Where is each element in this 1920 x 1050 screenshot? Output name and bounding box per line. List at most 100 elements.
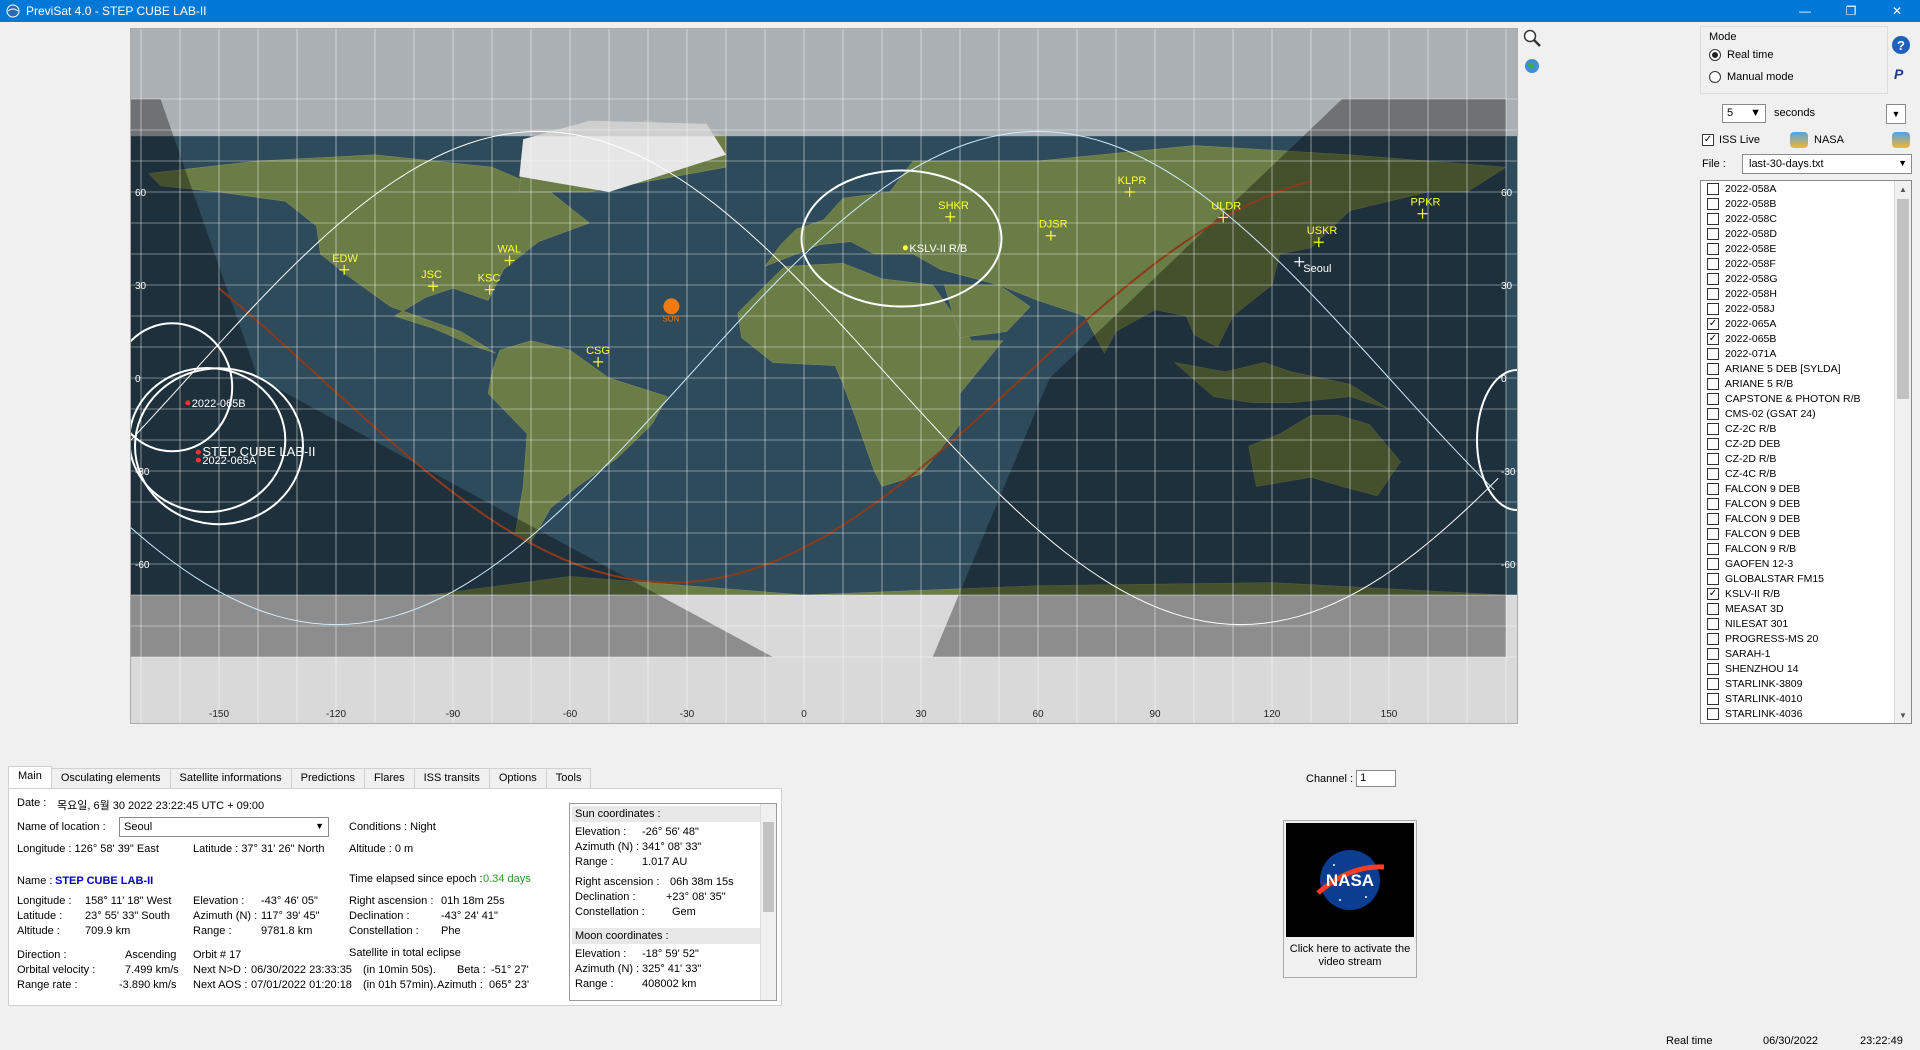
checkbox-indicator[interactable] xyxy=(1707,497,1719,510)
tab-main[interactable]: Main xyxy=(8,766,52,788)
satellite-list-item[interactable]: CZ-2D DEB xyxy=(1701,436,1911,451)
checkbox-indicator[interactable] xyxy=(1707,542,1719,555)
weather-icon[interactable] xyxy=(1892,132,1910,148)
checkbox-indicator[interactable] xyxy=(1707,422,1719,435)
satellite-list-item[interactable]: SHENZHOU 14 xyxy=(1701,661,1911,676)
checkbox-indicator[interactable] xyxy=(1707,407,1719,420)
satellite-list-item[interactable]: 2022-058A xyxy=(1701,181,1911,196)
checkbox-indicator[interactable] xyxy=(1707,482,1719,495)
satellite-list-item[interactable]: 2022-058E xyxy=(1701,241,1911,256)
chevron-down-icon[interactable]: ▼ xyxy=(1750,107,1761,120)
map-canvas[interactable]: EDW JSC KSC WAL CSG SHKR DJSR KLPR ULDR USKR PPKR S… xyxy=(131,29,1517,723)
checkbox-indicator[interactable] xyxy=(1707,257,1719,270)
satellite-list-item[interactable]: FALCON 9 DEB xyxy=(1701,496,1911,511)
tab-tools[interactable]: Tools xyxy=(545,768,592,788)
satellite-list-item[interactable]: 2022-058D xyxy=(1701,226,1911,241)
satellite-list-item[interactable]: SARAH-1 xyxy=(1701,646,1911,661)
checkbox-indicator[interactable] xyxy=(1707,632,1719,645)
checkbox-indicator[interactable]: ✓ xyxy=(1707,332,1719,345)
satellite-list-item[interactable]: CMS-02 (GSAT 24) xyxy=(1701,406,1911,421)
satellite-list-item[interactable]: 2022-071A xyxy=(1701,346,1911,361)
satellite-list-item[interactable]: FALCON 9 R/B xyxy=(1701,541,1911,556)
tab-predictions[interactable]: Predictions xyxy=(290,768,366,788)
satellite-list-item[interactable]: CZ-2D R/B xyxy=(1701,451,1911,466)
checkbox-indicator[interactable] xyxy=(1707,647,1719,660)
checkbox-indicator[interactable] xyxy=(1707,437,1719,450)
satellite-list-item[interactable]: ✓ KSLV-II R/B xyxy=(1701,586,1911,601)
chevron-down-icon[interactable]: ▼ xyxy=(315,821,324,831)
manual-mode-radio[interactable]: Manual mode xyxy=(1709,71,1794,83)
maximize-button[interactable]: ❐ xyxy=(1828,0,1874,22)
scroll-thumb[interactable] xyxy=(1897,199,1909,399)
checkbox-indicator[interactable] xyxy=(1707,272,1719,285)
file-select[interactable]: last-30-days.txt ▼ xyxy=(1742,154,1912,174)
satellite-list-item[interactable]: MEASAT 3D xyxy=(1701,601,1911,616)
satellite-list-item[interactable]: ARIANE 5 R/B xyxy=(1701,376,1911,391)
satellite-list-item[interactable]: CZ-4C R/B xyxy=(1701,466,1911,481)
satellite-list-item[interactable]: ✓ 2022-065A xyxy=(1701,316,1911,331)
checkbox-indicator[interactable] xyxy=(1707,287,1719,300)
zoom-search-icon[interactable] xyxy=(1522,28,1542,48)
checkbox-indicator[interactable]: ✓ xyxy=(1707,317,1719,330)
satellite-list-item[interactable]: PROGRESS-MS 20 xyxy=(1701,631,1911,646)
checkbox-indicator[interactable] xyxy=(1707,662,1719,675)
satellite-list-item[interactable]: STARLINK-4036 xyxy=(1701,706,1911,721)
satellite-list-item[interactable]: 2022-058G xyxy=(1701,271,1911,286)
tab-options[interactable]: Options xyxy=(488,768,547,788)
satellite-list-item[interactable]: 2022-058H xyxy=(1701,286,1911,301)
checkbox-indicator[interactable] xyxy=(1707,197,1719,210)
checkbox-indicator[interactable] xyxy=(1707,527,1719,540)
checkbox-indicator[interactable]: ✓ xyxy=(1707,587,1719,600)
checkbox-indicator[interactable] xyxy=(1707,512,1719,525)
minimize-button[interactable]: — xyxy=(1782,0,1828,22)
checkbox-indicator[interactable] xyxy=(1707,692,1719,705)
nasa-button[interactable]: NASA xyxy=(1790,132,1844,148)
tab-flares[interactable]: Flares xyxy=(364,768,415,788)
video-stream-button[interactable]: NASA Click here to activate the video st… xyxy=(1283,820,1417,978)
scrollbar[interactable]: ▲ ▼ xyxy=(1894,181,1911,723)
iss-live-checkbox[interactable]: ✓ ISS Live xyxy=(1702,134,1760,146)
satellite-list[interactable]: 2022-058A 2022-058B 2022-058C 2022-058D 2022… xyxy=(1700,180,1912,724)
nasa-weather-icon[interactable] xyxy=(1790,132,1808,148)
checkbox-indicator[interactable] xyxy=(1707,377,1719,390)
satellite-list-item[interactable]: FALCON 9 DEB xyxy=(1701,526,1911,541)
checkbox-indicator[interactable] xyxy=(1707,392,1719,405)
scroll-down-icon[interactable]: ▼ xyxy=(1895,707,1911,723)
checkbox-indicator[interactable] xyxy=(1707,302,1719,315)
chevron-down-icon[interactable]: ▼ xyxy=(1898,158,1907,168)
scrollbar[interactable] xyxy=(760,804,776,1000)
checkbox-indicator[interactable] xyxy=(1707,212,1719,225)
checkbox-indicator[interactable] xyxy=(1707,227,1719,240)
checkbox-indicator[interactable] xyxy=(1707,467,1719,480)
world-map[interactable]: EDW JSC KSC WAL CSG SHKR DJSR KLPR ULDR USKR PPKR S… xyxy=(130,28,1518,724)
help-icon[interactable]: ? xyxy=(1892,36,1910,54)
checkbox-indicator[interactable] xyxy=(1707,617,1719,630)
sun-moon-coordinates[interactable]: Sun coordinates : Elevation : -26° 56' 4… xyxy=(569,803,777,1001)
checkbox-indicator[interactable] xyxy=(1707,452,1719,465)
unit-dropdown-button[interactable]: ▼ xyxy=(1886,104,1906,124)
satellite-list-item[interactable]: CAPSTONE & PHOTON R/B xyxy=(1701,391,1911,406)
checkbox-indicator[interactable] xyxy=(1707,242,1719,255)
checkbox-indicator[interactable] xyxy=(1707,557,1719,570)
tab-iss-transits[interactable]: ISS transits xyxy=(413,768,490,788)
satellite-list-item[interactable]: ✓ 2022-065B xyxy=(1701,331,1911,346)
checkbox-indicator[interactable] xyxy=(1707,602,1719,615)
satellite-list-item[interactable]: NILESAT 301 xyxy=(1701,616,1911,631)
scroll-thumb[interactable] xyxy=(763,822,774,912)
satellite-list-item[interactable]: STARLINK-3809 xyxy=(1701,676,1911,691)
tab-osculating-elements[interactable]: Osculating elements xyxy=(50,768,171,788)
time-step-spinbox[interactable]: 5 ▼ xyxy=(1722,104,1766,123)
satellite-list-item[interactable]: FALCON 9 DEB xyxy=(1701,481,1911,496)
radio-indicator[interactable] xyxy=(1709,49,1721,61)
satellite-list-item[interactable]: 2022-058B xyxy=(1701,196,1911,211)
satellite-list-item[interactable]: 2022-058F xyxy=(1701,256,1911,271)
checkbox-indicator[interactable] xyxy=(1707,677,1719,690)
paypal-icon[interactable]: P xyxy=(1894,66,1903,82)
close-button[interactable]: ✕ xyxy=(1874,0,1920,22)
satellite-list-item[interactable]: CZ-2C R/B xyxy=(1701,421,1911,436)
satellite-list-item[interactable]: ARIANE 5 DEB [SYLDA] xyxy=(1701,361,1911,376)
checkbox-indicator[interactable] xyxy=(1707,182,1719,195)
video-screen[interactable]: NASA xyxy=(1286,823,1414,937)
channel-spinbox[interactable]: 1 xyxy=(1356,770,1397,787)
scroll-up-icon[interactable]: ▲ xyxy=(1895,181,1911,197)
